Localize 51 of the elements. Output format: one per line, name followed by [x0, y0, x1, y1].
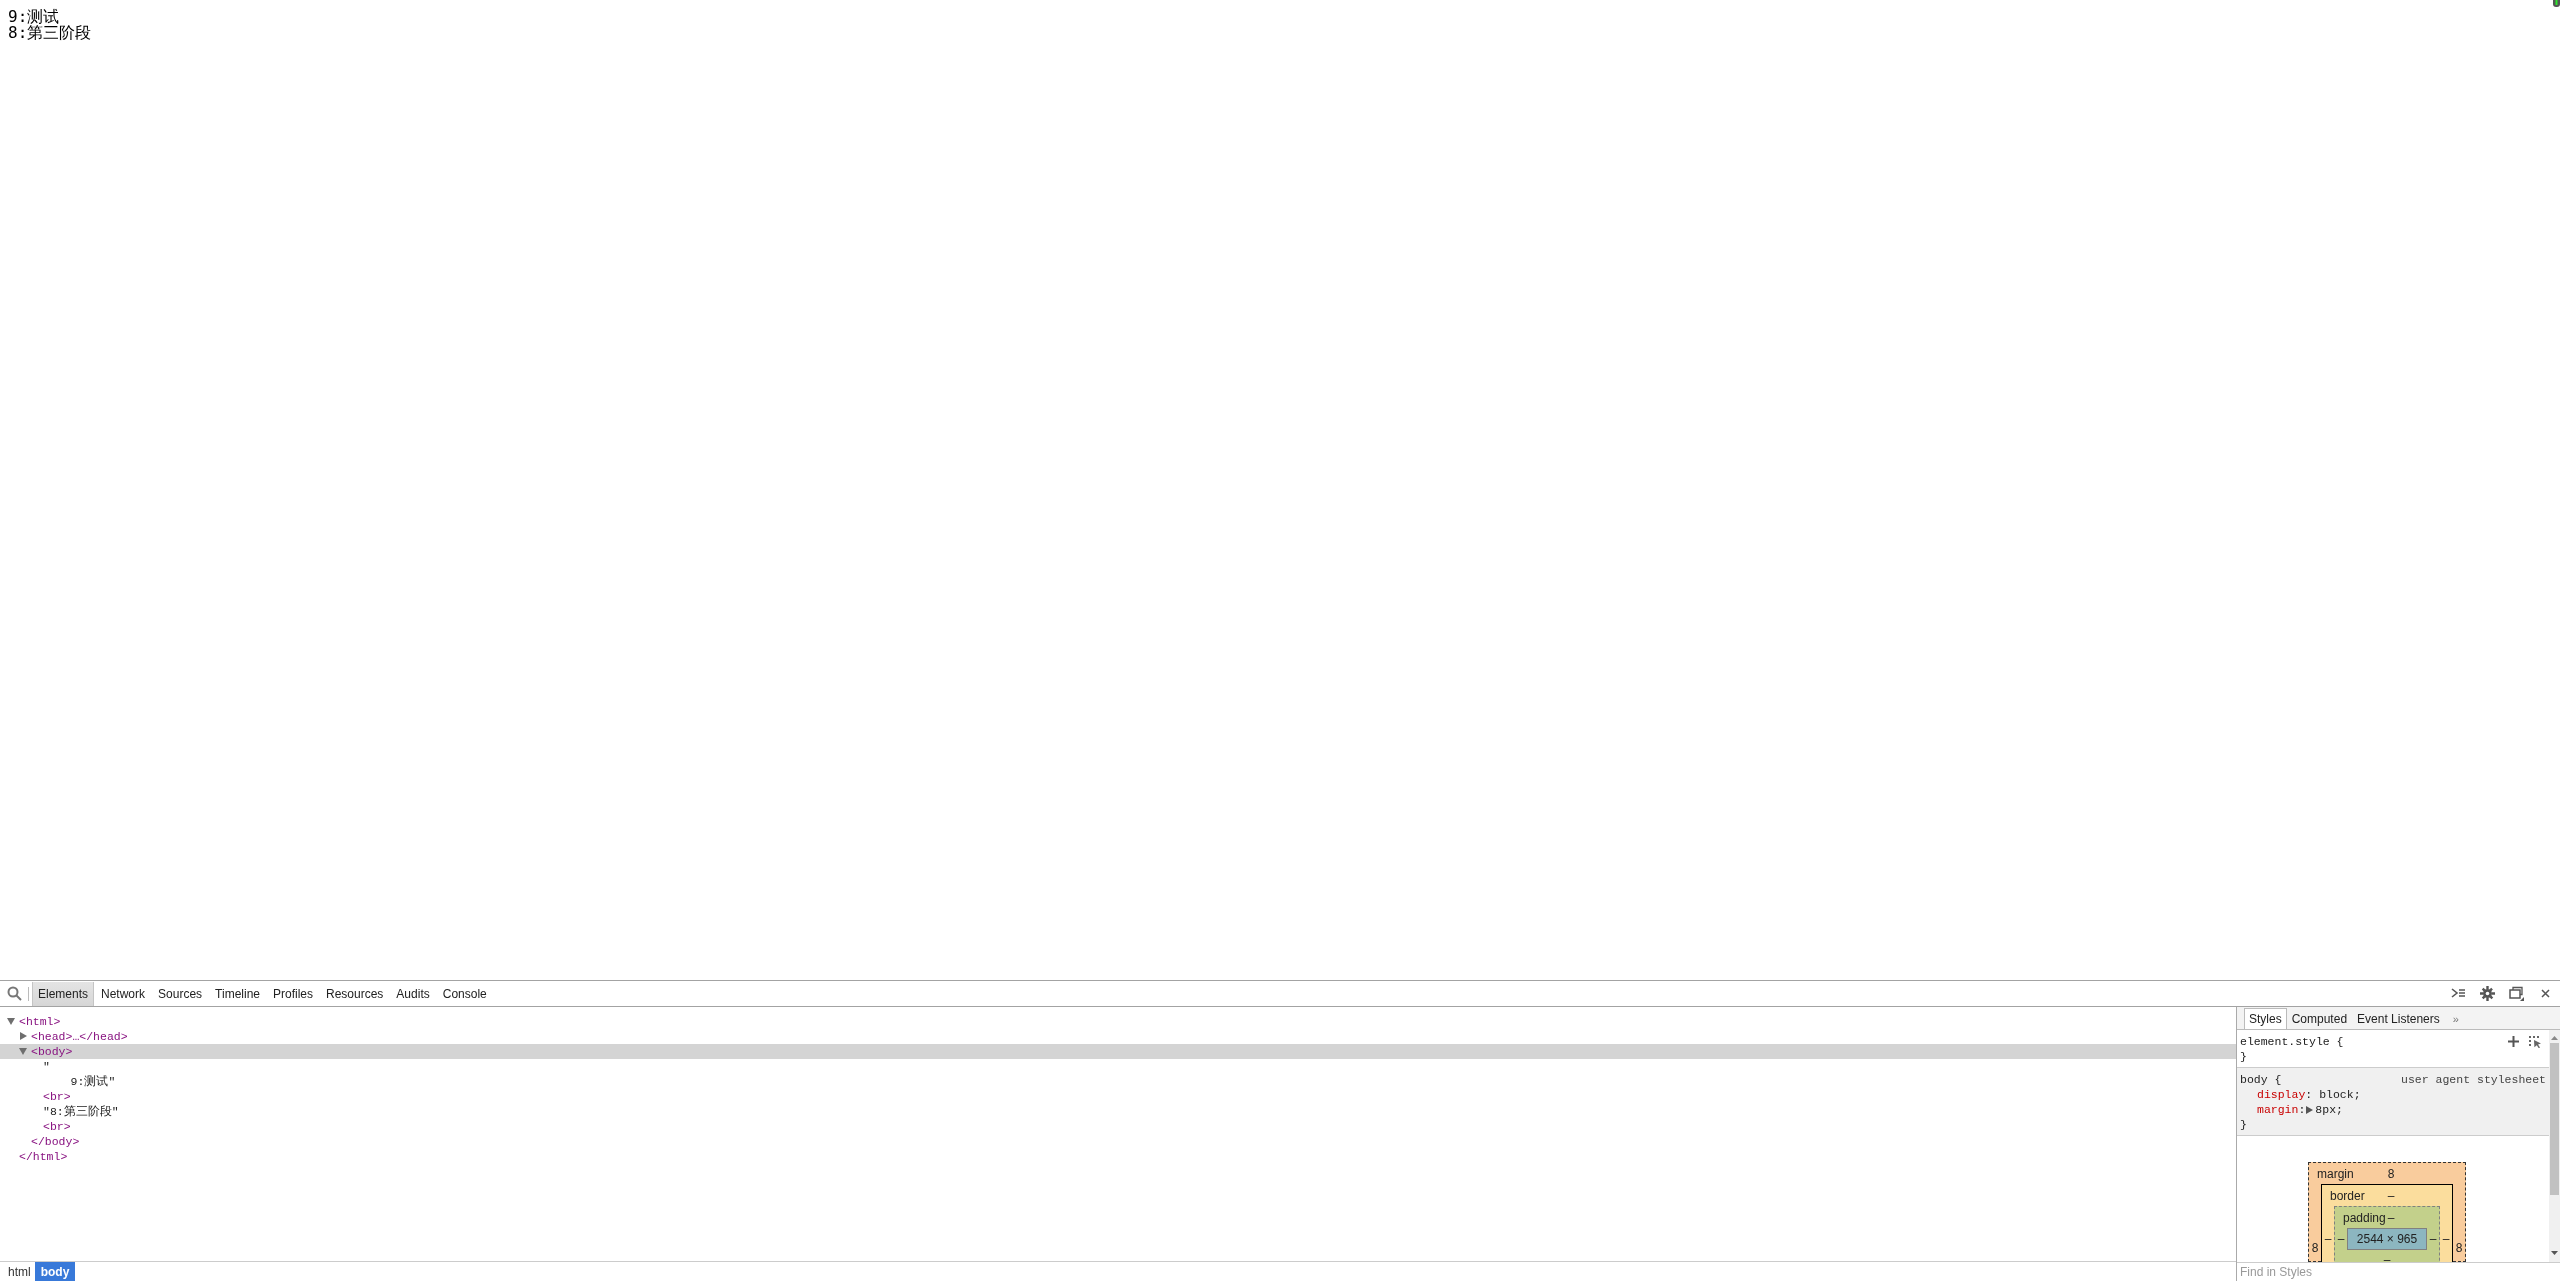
console-drawer-icon[interactable]	[2451, 986, 2466, 1001]
rule-selector: body {	[2240, 1072, 2282, 1087]
scrollbar-thumb[interactable]	[2550, 1043, 2559, 1195]
sidebar-tab[interactable]: Event Listeners	[2352, 1008, 2445, 1029]
disclosure-triangle-icon[interactable]	[19, 1032, 27, 1041]
tree-node[interactable]: <br>	[0, 1089, 2236, 1104]
disclosure-triangle-icon[interactable]	[19, 1047, 27, 1056]
panel-tab[interactable]: Elements	[32, 981, 95, 1006]
rule-source: user agent stylesheet	[2401, 1072, 2546, 1087]
padding-box: padding – – 2544 × 965 – –	[2334, 1206, 2440, 1262]
breadcrumb[interactable]: body	[34, 1262, 76, 1281]
tree-node[interactable]: <br>	[0, 1119, 2236, 1134]
panel-tab[interactable]: Profiles	[267, 981, 319, 1006]
margin-box: margin 8 8 border – – padding – – 2544 × 965 – – – 8	[2308, 1162, 2466, 1262]
more-tabs-button[interactable]: »	[2452, 1013, 2459, 1025]
rule-selector: element.style {	[2240, 1034, 2344, 1049]
tree-node[interactable]: </body>	[0, 1134, 2236, 1149]
tree-node[interactable]: </html>	[0, 1149, 2236, 1164]
expand-triangle-icon[interactable]	[2306, 1105, 2315, 1114]
panel-tab[interactable]: Network	[95, 981, 152, 1006]
find-field[interactable]: Find in Styles	[2237, 1262, 2560, 1281]
tree-node[interactable]: <head>…</head>	[0, 1029, 2236, 1044]
scroll-up-icon	[2551, 1035, 2558, 1040]
panel-tab[interactable]: Timeline	[209, 981, 266, 1006]
dock-icon[interactable]	[2509, 986, 2524, 1001]
disclosure-triangle-icon[interactable]	[7, 1017, 15, 1026]
tree-node[interactable]: " 9:测试"	[0, 1059, 2236, 1089]
scroll-down-icon	[2551, 1251, 2558, 1256]
panel-tab[interactable]: Console	[436, 981, 493, 1006]
tree-node[interactable]: <html>	[0, 1014, 2236, 1029]
sidebar-tab[interactable]: Styles	[2244, 1008, 2287, 1029]
sidebar-tab[interactable]: Computed	[2286, 1008, 2353, 1029]
border-box: border – – padding – – 2544 × 965 – – –	[2321, 1184, 2453, 1262]
element-state-icon[interactable]	[2529, 1035, 2542, 1048]
content-box: 2544 × 965	[2347, 1228, 2427, 1250]
tree-node[interactable]: "8:第三阶段"	[0, 1104, 2236, 1119]
panel-tab[interactable]: Sources	[152, 981, 209, 1006]
panel-tab[interactable]: Audits	[390, 981, 436, 1006]
page-text: 8:第三阶段	[8, 25, 92, 41]
style-declaration: display: block;	[2256, 1087, 2362, 1102]
tree-node[interactable]: <body>	[0, 1044, 2236, 1059]
plus-icon[interactable]	[2508, 1036, 2519, 1047]
panel-tab[interactable]: Resources	[320, 981, 390, 1006]
style-declaration: margin: 8px;	[2256, 1102, 2344, 1117]
settings-icon[interactable]	[2480, 986, 2495, 1001]
search-icon	[7, 986, 22, 1001]
page-text: 9:测试	[8, 9, 60, 25]
breadcrumb[interactable]: html	[6, 1262, 33, 1281]
status-indicator-icon	[2553, 0, 2560, 7]
rule-brace: }	[2240, 1117, 2248, 1132]
rule-brace: }	[2240, 1049, 2248, 1064]
